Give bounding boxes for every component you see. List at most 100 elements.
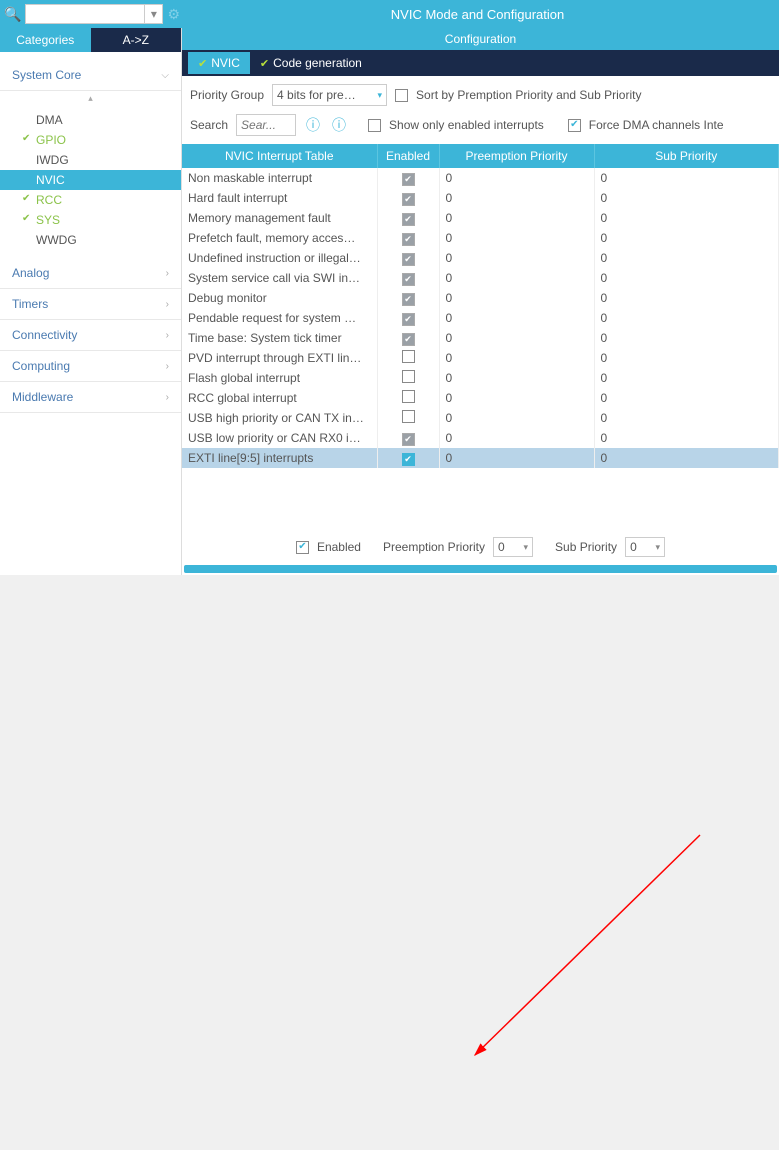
sidebar-item[interactable]: DMA bbox=[0, 110, 181, 130]
sidebar-group[interactable]: Analog› bbox=[0, 258, 181, 289]
table-row[interactable]: Undefined instruction or illegal… 0 0 bbox=[182, 248, 779, 268]
cell-sub: 0 bbox=[594, 268, 779, 288]
cell-name: System service call via SWI in… bbox=[182, 268, 377, 288]
chevron-icon: › bbox=[166, 361, 169, 372]
top-search-dropdown[interactable]: ▾ bbox=[145, 4, 163, 24]
checkbox-locked-icon bbox=[402, 293, 415, 306]
sidebar-group[interactable]: Computing› bbox=[0, 351, 181, 382]
sidebar-group[interactable]: Timers› bbox=[0, 289, 181, 320]
cell-preemption: 0 bbox=[439, 308, 594, 328]
top-search-input[interactable] bbox=[25, 4, 145, 24]
checkbox-empty[interactable] bbox=[402, 370, 415, 383]
cell-sub: 0 bbox=[594, 368, 779, 388]
sidebar-group[interactable]: Connectivity› bbox=[0, 320, 181, 351]
tab-az[interactable]: A->Z bbox=[91, 28, 182, 52]
enabled-checkbox[interactable] bbox=[296, 541, 309, 554]
col-sub[interactable]: Sub Priority bbox=[594, 144, 779, 168]
bottom-controls: Enabled Preemption Priority 0 ▾ Sub Prio… bbox=[182, 529, 779, 565]
chevron-icon: › bbox=[166, 392, 169, 403]
checkbox-locked-icon bbox=[402, 193, 415, 206]
checkbox-empty[interactable] bbox=[402, 410, 415, 423]
table-row[interactable]: Prefetch fault, memory acces… 0 0 bbox=[182, 228, 779, 248]
cell-name: Memory management fault bbox=[182, 208, 377, 228]
table-row[interactable]: Non maskable interrupt 0 0 bbox=[182, 168, 779, 188]
table-row[interactable]: Time base: System tick timer 0 0 bbox=[182, 328, 779, 348]
cell-name: Flash global interrupt bbox=[182, 368, 377, 388]
cell-enabled bbox=[377, 228, 439, 248]
table-row[interactable]: Memory management fault 0 0 bbox=[182, 208, 779, 228]
search-icon: 🔍 bbox=[4, 6, 21, 23]
cell-preemption: 0 bbox=[439, 288, 594, 308]
cell-preemption: 0 bbox=[439, 168, 594, 188]
preemption-select[interactable]: 0 ▾ bbox=[493, 537, 533, 557]
cell-preemption: 0 bbox=[439, 248, 594, 268]
next-icon[interactable]: ⓘ bbox=[330, 115, 348, 135]
cell-enabled bbox=[377, 248, 439, 268]
table-row[interactable]: EXTI line[9:5] interrupts 0 0 bbox=[182, 448, 779, 468]
sidebar-item[interactable]: RCC bbox=[0, 190, 181, 210]
sidebar-item[interactable]: IWDG bbox=[0, 150, 181, 170]
prev-icon[interactable]: ⓘ bbox=[304, 115, 322, 135]
cell-sub: 0 bbox=[594, 328, 779, 348]
table-row[interactable]: PVD interrupt through EXTI lin… 0 0 bbox=[182, 348, 779, 368]
cell-enabled bbox=[377, 348, 439, 368]
inner-tab-nvic[interactable]: ✔ NVIC bbox=[188, 52, 250, 74]
horizontal-scrollbar[interactable] bbox=[184, 565, 777, 573]
cell-name: PVD interrupt through EXTI lin… bbox=[182, 348, 377, 368]
sidebar-item[interactable]: GPIO bbox=[0, 130, 181, 150]
table-row[interactable]: Pendable request for system … 0 0 bbox=[182, 308, 779, 328]
cell-name: Non maskable interrupt bbox=[182, 168, 377, 188]
cell-preemption: 0 bbox=[439, 448, 594, 468]
show-only-checkbox[interactable] bbox=[368, 119, 381, 132]
cell-sub: 0 bbox=[594, 228, 779, 248]
cell-sub: 0 bbox=[594, 388, 779, 408]
sort-checkbox[interactable] bbox=[395, 89, 408, 102]
priority-group-select[interactable]: 4 bits for pre… ▾ bbox=[272, 84, 387, 106]
cell-sub: 0 bbox=[594, 188, 779, 208]
col-enabled[interactable]: Enabled bbox=[377, 144, 439, 168]
cell-name: Undefined instruction or illegal… bbox=[182, 248, 377, 268]
sidebar-item[interactable]: WWDG bbox=[0, 230, 181, 250]
search-input[interactable] bbox=[236, 114, 296, 136]
checkbox-locked-icon bbox=[402, 333, 415, 346]
sidebar-item[interactable]: SYS bbox=[0, 210, 181, 230]
checkbox-empty[interactable] bbox=[402, 350, 415, 363]
checkbox-locked-icon bbox=[402, 173, 415, 186]
sidebar-group[interactable]: Middleware› bbox=[0, 382, 181, 413]
cell-preemption: 0 bbox=[439, 328, 594, 348]
cell-name: Hard fault interrupt bbox=[182, 188, 377, 208]
checkbox-empty[interactable] bbox=[402, 390, 415, 403]
table-row[interactable]: RCC global interrupt 0 0 bbox=[182, 388, 779, 408]
col-preemption[interactable]: Preemption Priority bbox=[439, 144, 594, 168]
gear-icon[interactable]: ⚙ bbox=[167, 6, 180, 23]
table-row[interactable]: Hard fault interrupt 0 0 bbox=[182, 188, 779, 208]
cell-preemption: 0 bbox=[439, 208, 594, 228]
table-row[interactable]: System service call via SWI in… 0 0 bbox=[182, 268, 779, 288]
cell-name: Debug monitor bbox=[182, 288, 377, 308]
chevron-icon: ⌵ bbox=[161, 70, 169, 81]
cell-name: Time base: System tick timer bbox=[182, 328, 377, 348]
checkbox-checked[interactable] bbox=[402, 453, 415, 466]
tab-categories[interactable]: Categories bbox=[0, 28, 91, 52]
force-dma-checkbox[interactable] bbox=[568, 119, 581, 132]
collapse-icon[interactable]: ▴ bbox=[0, 91, 181, 106]
check-icon: ✔ bbox=[260, 57, 269, 70]
table-row[interactable]: USB low priority or CAN RX0 i… 0 0 bbox=[182, 428, 779, 448]
page-title: NVIC Mode and Configuration bbox=[180, 7, 775, 22]
cell-enabled bbox=[377, 368, 439, 388]
check-icon: ✔ bbox=[198, 57, 207, 70]
sidebar-group[interactable]: System Core⌵ bbox=[0, 60, 181, 91]
table-row[interactable]: USB high priority or CAN TX in… 0 0 bbox=[182, 408, 779, 428]
sub-priority-select[interactable]: 0 ▾ bbox=[625, 537, 665, 557]
inner-tab-codegen[interactable]: ✔ Code generation bbox=[250, 52, 372, 74]
col-name[interactable]: NVIC Interrupt Table bbox=[182, 144, 377, 168]
cell-sub: 0 bbox=[594, 308, 779, 328]
sidebar-item[interactable]: NVIC bbox=[0, 170, 181, 190]
table-row[interactable]: Flash global interrupt 0 0 bbox=[182, 368, 779, 388]
table-row[interactable]: Debug monitor 0 0 bbox=[182, 288, 779, 308]
checkbox-locked-icon bbox=[402, 233, 415, 246]
cell-enabled bbox=[377, 208, 439, 228]
cell-enabled bbox=[377, 428, 439, 448]
sidebar: Categories A->Z System Core⌵▴ DMAGPIOIWDG… bbox=[0, 28, 182, 575]
cell-enabled bbox=[377, 188, 439, 208]
